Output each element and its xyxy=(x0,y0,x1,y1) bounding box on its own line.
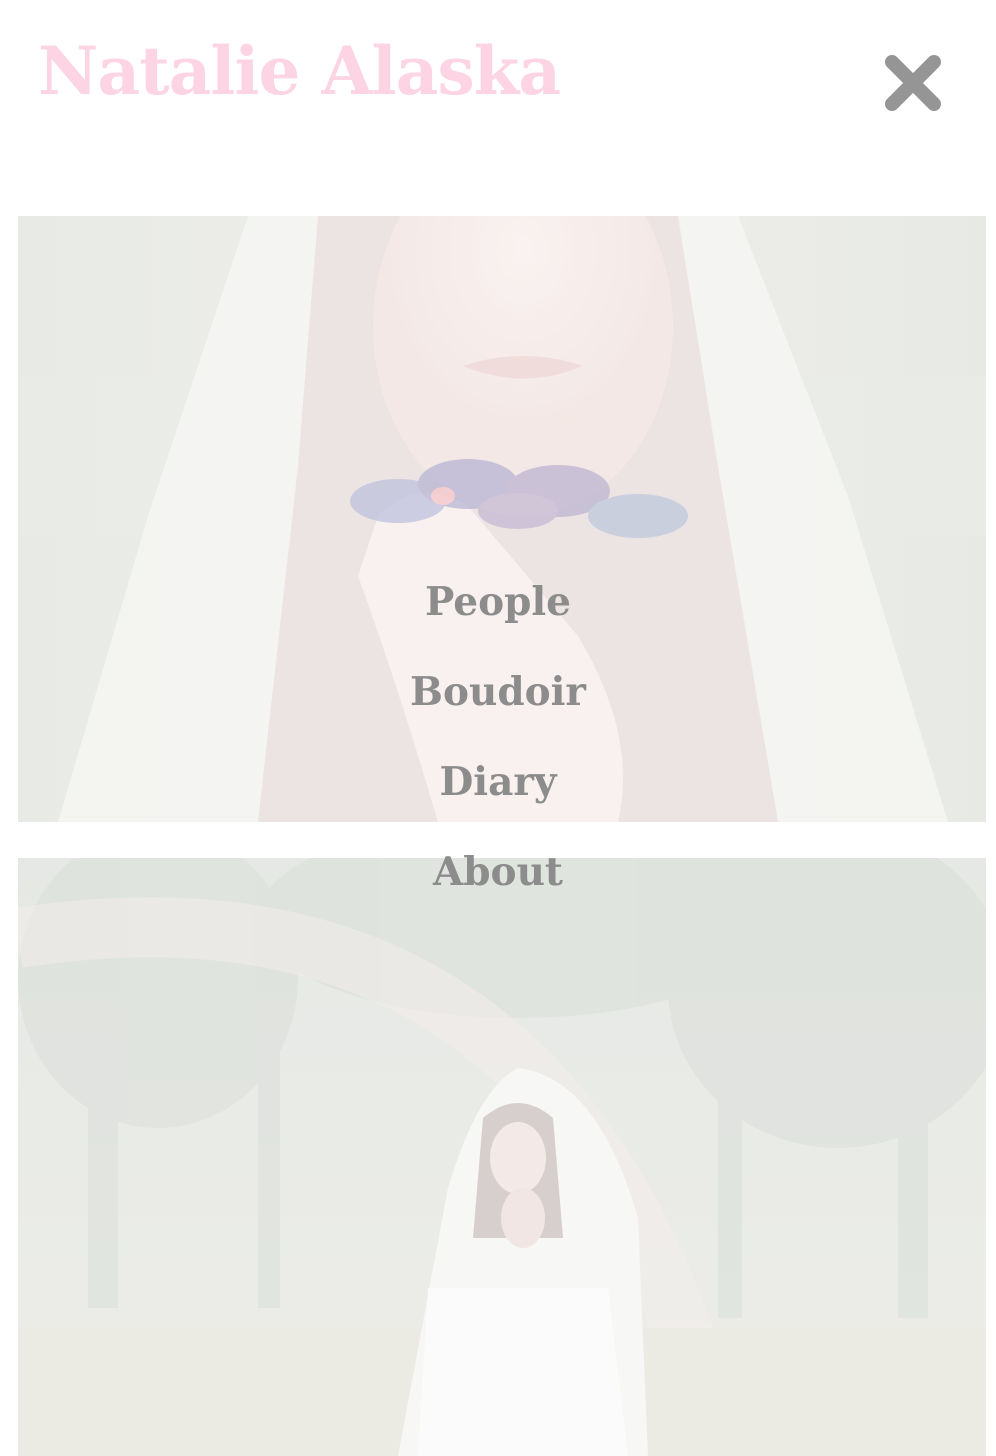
nav-item-boudoir[interactable]: Boudoir xyxy=(0,650,996,740)
veiled-forest-image xyxy=(18,858,986,1456)
page: Natalie Alaska People Boudoir Diary Abou… xyxy=(0,0,996,1456)
nav-item-diary[interactable]: Diary xyxy=(0,740,996,830)
nav-item-people[interactable]: People xyxy=(0,560,996,650)
gallery-image-veiled-forest[interactable] xyxy=(18,858,986,1456)
nav-item-about[interactable]: About xyxy=(0,830,996,920)
close-icon xyxy=(885,55,941,111)
close-menu-button[interactable] xyxy=(878,48,948,118)
main-nav: People Boudoir Diary About xyxy=(0,560,996,920)
site-title[interactable]: Natalie Alaska xyxy=(38,33,561,110)
